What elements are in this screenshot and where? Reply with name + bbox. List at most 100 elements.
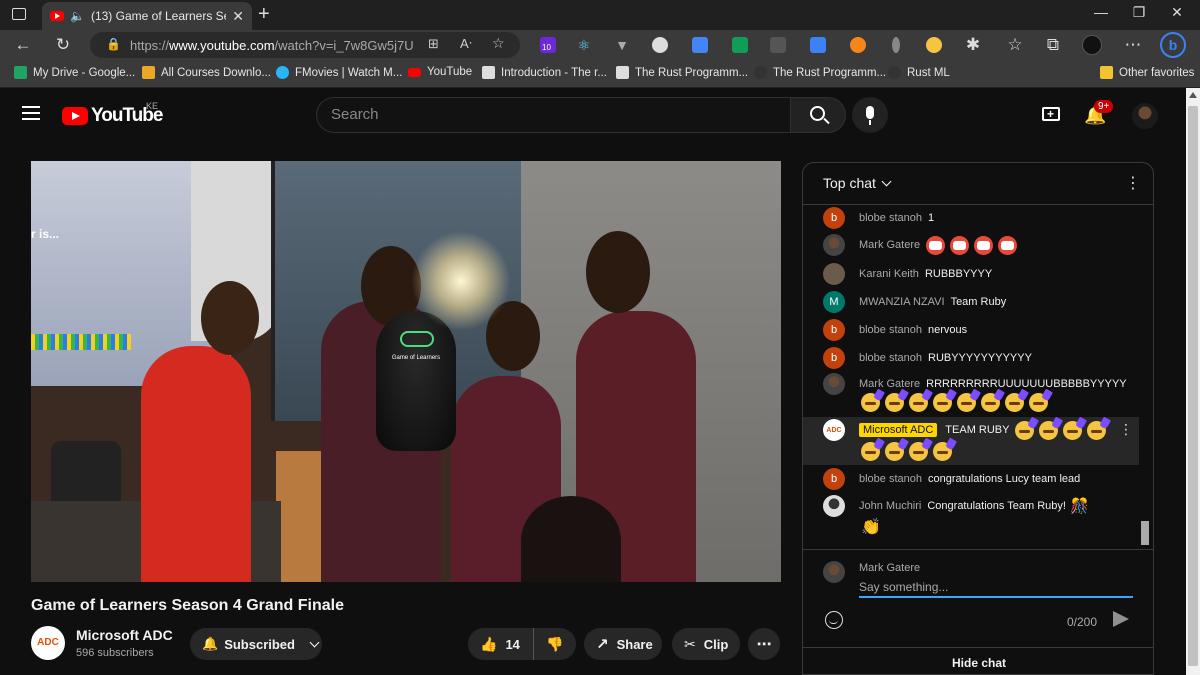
search-button[interactable] (790, 97, 846, 133)
favorite-star-icon[interactable]: ☆ (492, 35, 505, 52)
bookmark-item[interactable]: FMovies | Watch M... (276, 66, 402, 79)
extensions-puzzle-icon[interactable]: ✱ (962, 35, 984, 55)
voice-search-button[interactable] (852, 97, 888, 133)
chat-author[interactable]: MWANZIA NZAVI (859, 296, 945, 308)
avatar[interactable] (823, 234, 845, 256)
chat-author[interactable]: blobe stanoh (859, 473, 922, 485)
chat-message: b blobe stanoh congratulations Lucy team… (823, 468, 1080, 490)
create-video-icon[interactable]: + (1042, 107, 1060, 121)
browser-tab[interactable]: 🔈 (13) Game of Learners Season 4 Grand F… (42, 2, 252, 30)
vue-devtools-icon[interactable]: ▼ (614, 37, 630, 53)
bookmark-item[interactable]: The Rust Programm... (616, 66, 748, 79)
bookmark-item[interactable]: Rust ML (888, 66, 950, 79)
more-menu-icon[interactable]: ⋯ (1122, 35, 1144, 55)
chat-author[interactable]: blobe stanoh (859, 212, 922, 224)
address-bar[interactable]: 🔒 https://www.youtube.com/watch?v=i_7w8G… (90, 32, 520, 58)
collections-icon[interactable]: ⧉ (1042, 35, 1064, 55)
party-emoji-icon (861, 393, 880, 412)
bookmark-item[interactable]: Introduction - The r... (482, 66, 607, 79)
back-arrow-icon[interactable]: ← (12, 35, 34, 55)
clip-button[interactable]: ✂ Clip (672, 628, 740, 660)
metamask-icon[interactable] (850, 37, 866, 53)
clapping-emoji-icon: 👏 (861, 519, 881, 536)
channel-avatar[interactable]: ADC (31, 626, 65, 660)
video-player[interactable]: r is... Game of Learners (31, 161, 781, 582)
chat-emoji-line (861, 393, 1053, 412)
more-actions-button[interactable]: ⋯ (748, 628, 780, 660)
avatar[interactable] (823, 495, 845, 517)
bing-icon[interactable]: b (1160, 32, 1186, 58)
page-scroll-thumb[interactable] (1188, 106, 1198, 666)
party-emoji-icon (981, 393, 1000, 412)
bookmark-label: Introduction - The r... (501, 66, 607, 79)
bookmark-item[interactable]: YouTube (408, 66, 472, 78)
chat-author[interactable]: Mark Gatere (859, 239, 920, 251)
tab-actions-icon[interactable] (12, 8, 26, 20)
emoji-picker-icon[interactable] (825, 611, 843, 629)
read-aloud-icon[interactable]: Aᐧ (460, 36, 472, 52)
avatar[interactable]: M (823, 291, 845, 313)
refresh-icon[interactable]: ↻ (52, 35, 74, 55)
chat-message-input[interactable]: Say something... (859, 580, 1133, 598)
dislike-button[interactable]: 👎 (534, 636, 563, 653)
like-count: 14 (505, 636, 520, 652)
avatar[interactable]: b (823, 319, 845, 341)
message-menu-icon[interactable]: ⋮ (1119, 421, 1133, 438)
avatar[interactable]: b (823, 347, 845, 369)
bookmarks-bar: My Drive - Google... All Courses Downlo.… (0, 60, 1200, 88)
extension-icon[interactable] (652, 37, 668, 53)
hamburger-menu-icon[interactable] (22, 106, 40, 120)
react-devtools-icon[interactable]: ⚛ (576, 37, 592, 53)
like-button[interactable]: 👍 14 (468, 628, 534, 660)
avatar[interactable]: b (823, 468, 845, 490)
account-avatar[interactable] (1132, 103, 1158, 129)
avatar[interactable] (823, 373, 845, 395)
restore-button[interactable]: ❐ (1124, 4, 1154, 21)
chat-scroll-thumb[interactable] (1141, 521, 1149, 545)
tab-close-icon[interactable]: ✕ (232, 8, 244, 25)
hide-chat-button[interactable]: Hide chat (803, 647, 1153, 674)
extension-badge-icon[interactable]: 10 (540, 37, 556, 53)
pen-icon[interactable] (810, 37, 826, 53)
chat-text: RRRRRRRRRUUUUUUUBBBBBYYYYY (926, 378, 1127, 390)
share-arrow-icon: ↗ (596, 636, 609, 653)
clock-icon[interactable] (926, 37, 942, 53)
chat-author[interactable]: Mark Gatere (859, 378, 920, 390)
person-red-dress (141, 346, 251, 582)
extension-icon[interactable] (770, 37, 786, 53)
minimize-button[interactable]: — (1086, 4, 1116, 20)
other-favorites[interactable]: Other favorites (1100, 66, 1194, 79)
chat-author[interactable]: blobe stanoh (859, 352, 922, 364)
top-chat-dropdown[interactable]: Top chat (823, 175, 892, 191)
sheets-icon[interactable] (732, 37, 748, 53)
avatar[interactable] (823, 263, 845, 285)
chat-author[interactable]: John Muchiri (859, 500, 921, 512)
avatar[interactable]: ADC (823, 419, 845, 441)
bookmark-label: YouTube (427, 66, 473, 78)
bookmark-item[interactable]: All Courses Downlo... (142, 66, 271, 79)
favorites-icon[interactable]: ☆ (1004, 35, 1026, 55)
chat-author[interactable]: blobe stanoh (859, 324, 922, 336)
speaker-icon[interactable]: 🔈 (70, 9, 85, 23)
laughing-emoji-icon (974, 235, 994, 255)
chat-author[interactable]: Karani Keith (859, 268, 919, 280)
search-input[interactable]: Search (316, 97, 790, 133)
party-emoji-icon (1015, 420, 1035, 440)
new-tab-button[interactable]: + (258, 3, 270, 26)
app-available-icon[interactable]: ⊞ (428, 36, 439, 52)
chat-menu-icon[interactable]: ⋮ (1125, 173, 1141, 193)
extension-icon[interactable] (892, 37, 900, 53)
send-icon[interactable] (1113, 611, 1129, 627)
channel-name[interactable]: Microsoft ADC (76, 627, 173, 643)
share-button[interactable]: ↗ Share (584, 628, 662, 660)
close-window-button[interactable]: ✕ (1162, 4, 1192, 21)
subscribed-button[interactable]: 🔔 Subscribed (190, 628, 322, 660)
avatar[interactable]: b (823, 207, 845, 229)
chat-text: congratulations Lucy team lead (928, 473, 1081, 485)
bookmark-item[interactable]: The Rust Programm... (754, 66, 886, 79)
profile-avatar[interactable] (1082, 35, 1102, 55)
scroll-up-arrow[interactable] (1189, 92, 1197, 98)
owner-badge[interactable]: Microsoft ADC (859, 423, 938, 437)
bookmark-item[interactable]: My Drive - Google... (14, 66, 135, 79)
translate-icon[interactable] (692, 37, 708, 53)
